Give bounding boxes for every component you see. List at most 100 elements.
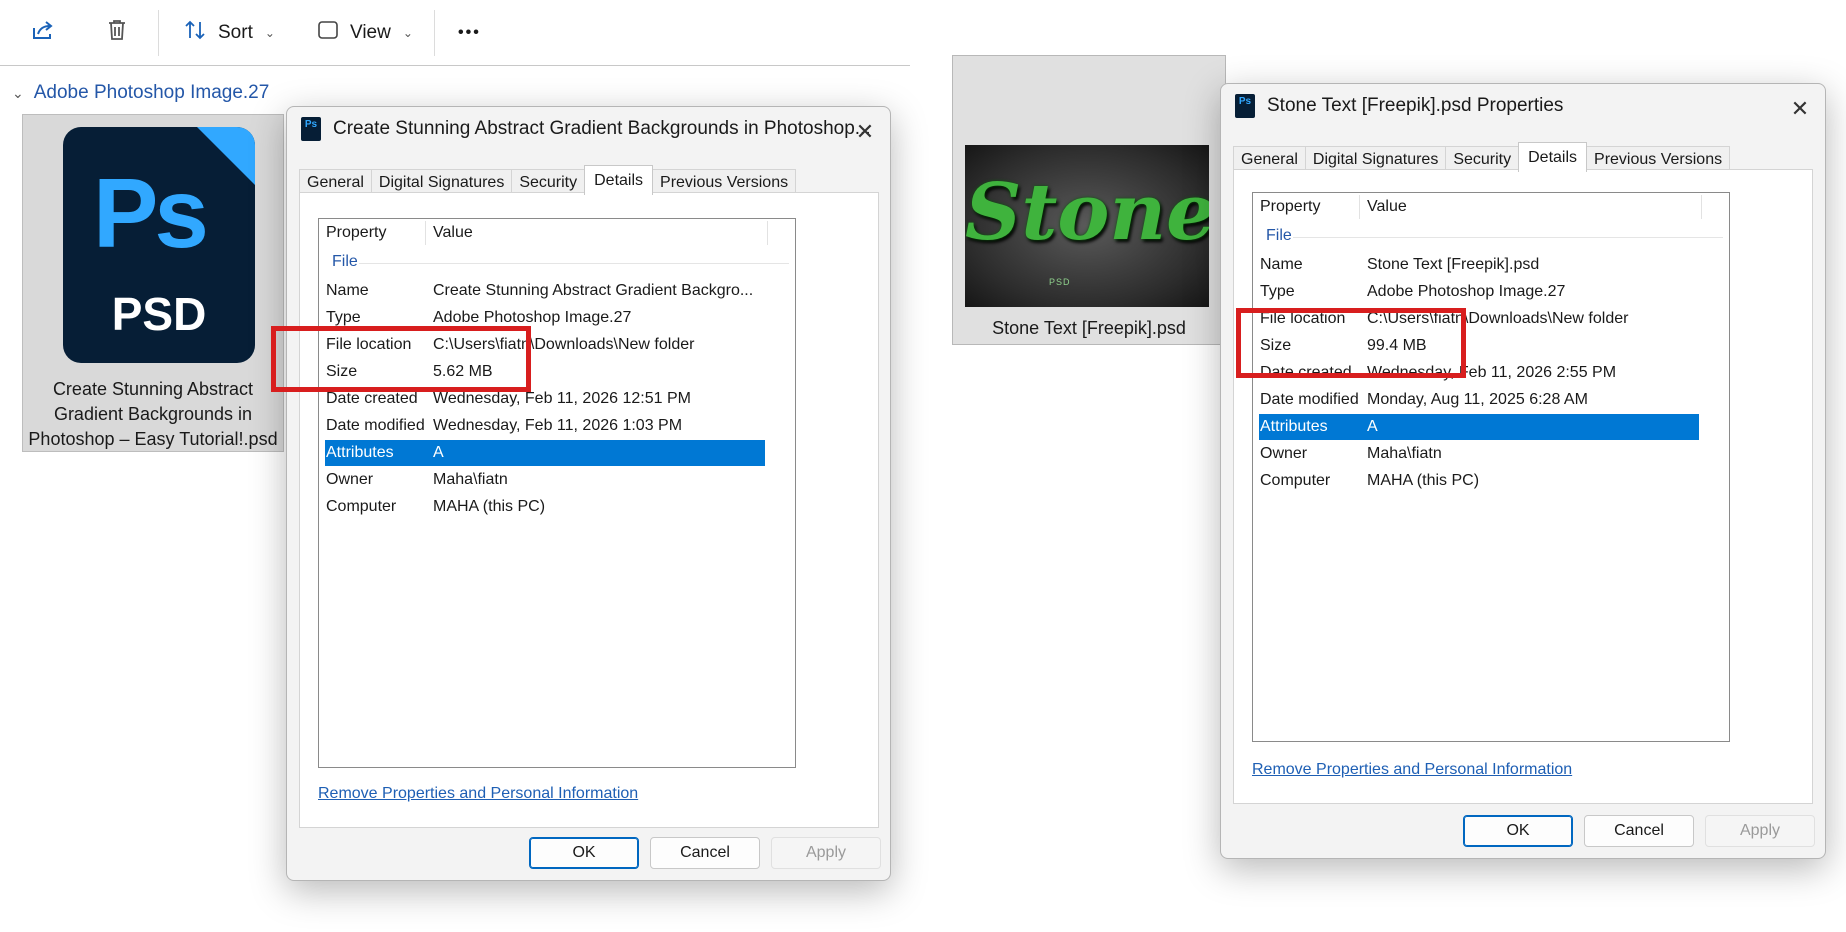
toolbar-divider [434,10,435,56]
file-item-gradient-psd[interactable]: Ps PSD Create Stunning Abstract Gradient… [22,114,284,452]
ok-button[interactable]: OK [529,837,639,869]
close-button[interactable]: ✕ [1785,94,1815,124]
remove-properties-link[interactable]: Remove Properties and Personal Informati… [318,785,638,803]
property-row-file-location[interactable]: File location C:\Users\fiatn\Downloads\N… [325,332,765,358]
property-value: C:\Users\fiatn\Downloads\New folder [433,336,695,353]
property-value: Wednesday, Feb 11, 2026 2:55 PM [1367,364,1617,381]
details-panel: Property Value File Name Create Stunning… [299,192,879,828]
property-row-size[interactable]: Size 99.4 MB [1259,333,1699,359]
more-options-button[interactable]: ••• [458,14,481,52]
chevron-down-icon: ⌄ [264,26,275,40]
view-button[interactable]: View ⌄ [316,14,413,52]
stone-text-preview-image: Stone PSD [965,145,1209,307]
apply-button[interactable]: Apply [771,837,881,869]
toolbar-divider [158,10,159,56]
property-value: Wednesday, Feb 11, 2026 1:03 PM [433,417,683,434]
property-row-owner[interactable]: Owner Maha\fiatn [325,467,765,493]
group-divider [1293,237,1723,238]
property-row-date-modified[interactable]: Date modified Monday, Aug 11, 2025 6:28 … [1259,387,1699,413]
dialog-title: Stone Text [Freepik].psd Properties [1267,95,1564,116]
close-icon: ✕ [855,119,875,144]
property-row-owner[interactable]: Owner Maha\fiatn [1259,441,1699,467]
property-key: Size [326,363,358,380]
page-fold-corner [197,127,255,185]
properties-dialog-stone-text: Ps Stone Text [Freepik].psd Properties ✕… [1220,83,1826,859]
property-value: A [1367,418,1378,435]
property-value: C:\Users\fiatn\Downloads\New folder [1367,310,1629,327]
chevron-down-icon: ⌄ [12,84,24,101]
property-list[interactable]: Property Value File Name Create Stunning… [318,218,796,768]
property-row-computer[interactable]: Computer MAHA (this PC) [1259,468,1699,494]
property-row-name[interactable]: Name Create Stunning Abstract Gradient B… [325,278,765,304]
property-key: Date modified [326,417,425,434]
property-key: Type [1260,283,1295,300]
file-name-label: Stone Text [Freepik].psd [992,318,1186,338]
tab-details[interactable]: Details [584,165,654,195]
property-list-header: Property Value [1253,193,1729,221]
apply-button[interactable]: Apply [1705,815,1815,847]
remove-properties-link[interactable]: Remove Properties and Personal Informati… [1252,761,1572,779]
property-key: Date created [1260,364,1352,381]
property-row-type[interactable]: Type Adobe Photoshop Image.27 [325,305,765,331]
cancel-button[interactable]: Cancel [650,837,760,869]
property-row-size[interactable]: Size 5.62 MB [325,359,765,385]
property-key: Date modified [1260,391,1359,408]
column-divider [767,221,768,245]
tab-details[interactable]: Details [1518,142,1588,172]
property-value: Stone Text [Freepik].psd [1367,256,1540,273]
delete-button[interactable] [104,14,130,52]
property-key: Computer [326,498,397,515]
file-name-line: Gradient Backgrounds in [53,404,253,424]
property-value: Monday, Aug 11, 2025 6:28 AM [1367,391,1588,408]
property-key: Attributes [1260,418,1328,435]
ps-logo-text: Ps [93,158,209,268]
photoshop-file-icon: Ps [301,117,321,141]
property-key: File location [326,336,412,353]
property-key: Attributes [326,444,394,461]
property-row-computer[interactable]: Computer MAHA (this PC) [325,494,765,520]
column-header-value[interactable]: Value [1367,198,1407,216]
property-key: File location [1260,310,1346,327]
photoshop-file-icon: Ps PSD [63,127,255,363]
share-button[interactable] [30,14,56,52]
group-header-label: Adobe Photoshop Image.27 [33,82,270,103]
group-label-file: File [332,253,358,270]
property-row-date-created[interactable]: Date created Wednesday, Feb 11, 2026 12:… [325,386,765,412]
property-value: Maha\fiatn [1367,445,1442,462]
cancel-button[interactable]: Cancel [1584,815,1694,847]
preview-word: Stone [965,167,1209,258]
sort-label: Sort [218,22,253,43]
file-name-label: Create Stunning Abstract Gradient Backgr… [23,377,283,452]
dialog-titlebar: Ps Stone Text [Freepik].psd Properties [1235,94,1563,118]
sort-button[interactable]: Sort ⌄ [182,14,275,52]
property-list[interactable]: Property Value File Name Stone Text [Fre… [1252,192,1730,742]
property-value: Adobe Photoshop Image.27 [1367,283,1566,300]
property-row-attributes[interactable]: Attributes A [325,440,765,466]
more-icon: ••• [458,24,481,41]
properties-dialog-gradient: Ps Create Stunning Abstract Gradient Bac… [286,106,891,881]
column-header-property[interactable]: Property [326,224,386,242]
property-key: Name [1260,256,1303,273]
property-value: Create Stunning Abstract Gradient Backgr… [433,282,754,299]
column-header-value[interactable]: Value [433,224,473,242]
share-icon [30,17,56,49]
group-divider [359,263,789,264]
property-row-file-location[interactable]: File location C:\Users\fiatn\Downloads\N… [1259,306,1699,332]
property-row-type[interactable]: Type Adobe Photoshop Image.27 [1259,279,1699,305]
file-name-line: Photoshop – Easy Tutorial!.psd [28,429,278,449]
property-row-date-modified[interactable]: Date modified Wednesday, Feb 11, 2026 1:… [325,413,765,439]
photoshop-file-icon: Ps [1235,94,1255,118]
property-row-date-created[interactable]: Date created Wednesday, Feb 11, 2026 2:5… [1259,360,1699,386]
group-header[interactable]: ⌄ Adobe Photoshop Image.27 [12,82,269,104]
ok-button[interactable]: OK [1463,815,1573,847]
close-icon: ✕ [1790,96,1810,121]
property-value: MAHA (this PC) [433,498,546,515]
close-button[interactable]: ✕ [850,117,880,147]
column-header-property[interactable]: Property [1260,198,1320,216]
file-item-stone-text-psd[interactable]: Stone PSD Stone Text [Freepik].psd [952,55,1226,345]
property-row-name[interactable]: Name Stone Text [Freepik].psd [1259,252,1699,278]
column-divider [1701,195,1702,219]
property-row-attributes[interactable]: Attributes A [1259,414,1699,440]
property-list-header: Property Value [319,219,795,247]
property-key: Size [1260,337,1292,354]
